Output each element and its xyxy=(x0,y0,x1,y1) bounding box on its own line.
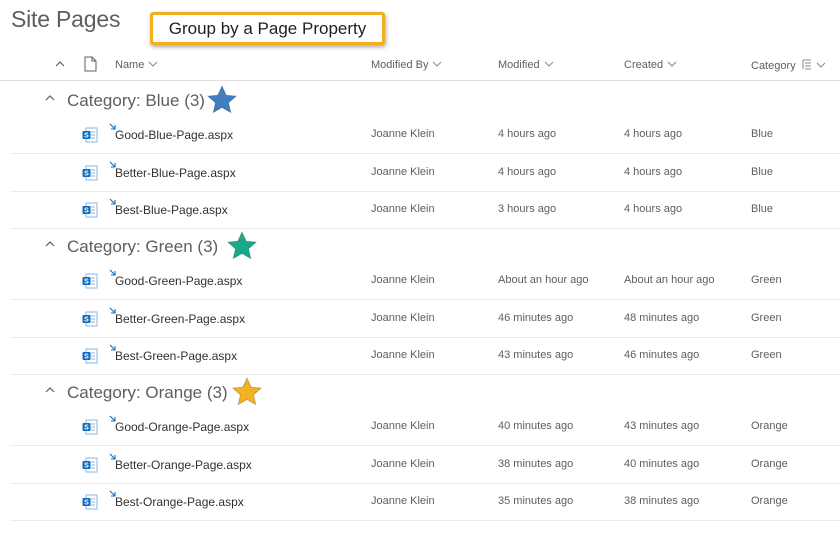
group-count: (3) xyxy=(197,237,219,256)
modified-by-cell[interactable]: Joanne Klein xyxy=(371,274,435,286)
modified-cell: 46 minutes ago xyxy=(498,312,574,324)
sharepoint-page-icon xyxy=(82,127,98,146)
modified-cell: 35 minutes ago xyxy=(498,495,574,507)
chevron-down-icon xyxy=(432,59,442,71)
modified-cell: 38 minutes ago xyxy=(498,458,574,470)
group-label-text: Category: Green xyxy=(67,237,193,256)
category-cell: Orange xyxy=(751,420,788,432)
page-name-link[interactable]: Better-Blue-Page.aspx xyxy=(115,166,236,180)
column-header-category[interactable]: Category xyxy=(751,59,826,73)
column-header-name[interactable]: Name xyxy=(115,59,158,71)
group-label-text: Category: Blue xyxy=(67,91,180,110)
category-cell: Green xyxy=(751,312,782,324)
group-count: (3) xyxy=(184,91,205,110)
sharepoint-page-icon xyxy=(82,419,98,438)
modified-cell: About an hour ago xyxy=(498,274,589,286)
group-count: (3) xyxy=(206,383,228,402)
created-cell: 48 minutes ago xyxy=(624,312,700,324)
category-cell: Orange xyxy=(751,458,788,470)
modified-cell: 4 hours ago xyxy=(498,166,557,178)
modified-by-cell[interactable]: Joanne Klein xyxy=(371,128,435,140)
group-header[interactable]: Category: Green (3) xyxy=(0,229,840,263)
column-header-created[interactable]: Created xyxy=(624,59,677,71)
group-label: Category: Green (3) xyxy=(67,237,218,257)
page-name-link[interactable]: Best-Green-Page.aspx xyxy=(115,349,237,363)
file-type-icon[interactable] xyxy=(84,56,97,72)
category-cell: Green xyxy=(751,274,782,286)
modified-by-cell[interactable]: Joanne Klein xyxy=(371,312,435,324)
page-title: Site Pages xyxy=(11,6,121,32)
list-item[interactable]: Better-Orange-Page.aspx Joanne Klein 38 mi… xyxy=(10,446,840,484)
column-header-row: Name Modified By Modified Created Catego… xyxy=(0,50,840,81)
modified-cell: 3 hours ago xyxy=(498,203,557,215)
group-by-icon xyxy=(802,59,812,73)
collapse-all-icon[interactable] xyxy=(54,58,66,70)
column-header-modified[interactable]: Modified xyxy=(498,59,554,71)
created-cell: 4 hours ago xyxy=(624,203,683,215)
created-cell: 43 minutes ago xyxy=(624,420,700,432)
list-item[interactable]: Best-Green-Page.aspx Joanne Klein 43 minut… xyxy=(10,337,840,375)
category-cell: Blue xyxy=(751,166,774,178)
modified-by-cell[interactable]: Joanne Klein xyxy=(371,203,435,215)
page-name-link[interactable]: Good-Green-Page.aspx xyxy=(115,274,242,288)
chevron-down-icon xyxy=(544,59,554,71)
modified-by-cell[interactable]: Joanne Klein xyxy=(371,166,435,178)
modified-cell: 40 minutes ago xyxy=(498,420,574,432)
modified-cell: 43 minutes ago xyxy=(498,349,574,361)
list-item[interactable]: Good-Green-Page.aspx Joanne Klein About an… xyxy=(10,262,840,300)
callout-annotation: Group by a Page Property xyxy=(150,12,385,45)
sharepoint-page-icon xyxy=(82,202,98,221)
modified-cell: 4 hours ago xyxy=(498,128,557,140)
list-item[interactable]: Better-Blue-Page.aspx Joanne Klein 4 hours… xyxy=(10,154,840,192)
page-name-link[interactable]: Better-Orange-Page.aspx xyxy=(115,458,252,472)
sharepoint-page-icon xyxy=(82,165,98,184)
group-label: Category: Blue (3) xyxy=(67,91,205,111)
created-cell: 46 minutes ago xyxy=(624,349,700,361)
column-header-category-label: Category xyxy=(751,60,796,72)
sharepoint-page-icon xyxy=(82,348,98,367)
list-item[interactable]: Best-Blue-Page.aspx Joanne Klein 3 hours a… xyxy=(10,191,840,229)
column-header-created-label: Created xyxy=(624,59,664,71)
modified-by-cell[interactable]: Joanne Klein xyxy=(371,458,435,470)
chevron-down-icon xyxy=(667,59,677,71)
list-item[interactable]: Better-Green-Page.aspx Joanne Klein 46 min… xyxy=(10,300,840,338)
collapse-group-icon[interactable] xyxy=(44,237,56,255)
created-cell: 4 hours ago xyxy=(624,166,683,178)
group-label: Category: Orange (3) xyxy=(67,383,228,403)
sharepoint-page-icon xyxy=(82,273,98,292)
column-header-name-label: Name xyxy=(115,59,145,71)
group-label-text: Category: Orange xyxy=(67,383,203,402)
created-cell: 4 hours ago xyxy=(624,128,683,140)
created-cell: 38 minutes ago xyxy=(624,495,700,507)
group-header[interactable]: Category: Orange (3) xyxy=(0,375,840,409)
category-cell: Blue xyxy=(751,128,774,140)
modified-by-cell[interactable]: Joanne Klein xyxy=(371,349,435,361)
chevron-down-icon xyxy=(816,60,826,72)
category-cell: Green xyxy=(751,349,782,361)
page-name-link[interactable]: Good-Orange-Page.aspx xyxy=(115,420,249,434)
created-cell: 40 minutes ago xyxy=(624,458,700,470)
page-name-link[interactable]: Better-Green-Page.aspx xyxy=(115,312,245,326)
page-name-link[interactable]: Best-Blue-Page.aspx xyxy=(115,203,228,217)
page-name-link[interactable]: Good-Blue-Page.aspx xyxy=(115,128,233,142)
page-name-link[interactable]: Best-Orange-Page.aspx xyxy=(115,495,244,509)
list-item[interactable]: Good-Blue-Page.aspx Joanne Klein 4 hours a… xyxy=(10,116,840,154)
modified-by-cell[interactable]: Joanne Klein xyxy=(371,420,435,432)
category-cell: Blue xyxy=(751,203,774,215)
sharepoint-page-icon xyxy=(82,311,98,330)
category-cell: Orange xyxy=(751,495,788,507)
chevron-down-icon xyxy=(148,59,158,71)
collapse-group-icon[interactable] xyxy=(44,91,56,109)
column-header-modified-label: Modified xyxy=(498,59,540,71)
column-header-modified-by[interactable]: Modified By xyxy=(371,59,442,71)
sharepoint-page-icon xyxy=(82,457,98,476)
group-header[interactable]: Category: Blue (3) xyxy=(0,83,840,117)
list-item[interactable]: Best-Orange-Page.aspx Joanne Klein 35 minu… xyxy=(10,483,840,521)
column-header-modified-by-label: Modified By xyxy=(371,59,429,71)
collapse-group-icon[interactable] xyxy=(44,383,56,401)
sharepoint-page-icon xyxy=(82,494,98,513)
list-item[interactable]: Good-Orange-Page.aspx Joanne Klein 40 minu… xyxy=(10,408,840,446)
created-cell: About an hour ago xyxy=(624,274,715,286)
modified-by-cell[interactable]: Joanne Klein xyxy=(371,495,435,507)
